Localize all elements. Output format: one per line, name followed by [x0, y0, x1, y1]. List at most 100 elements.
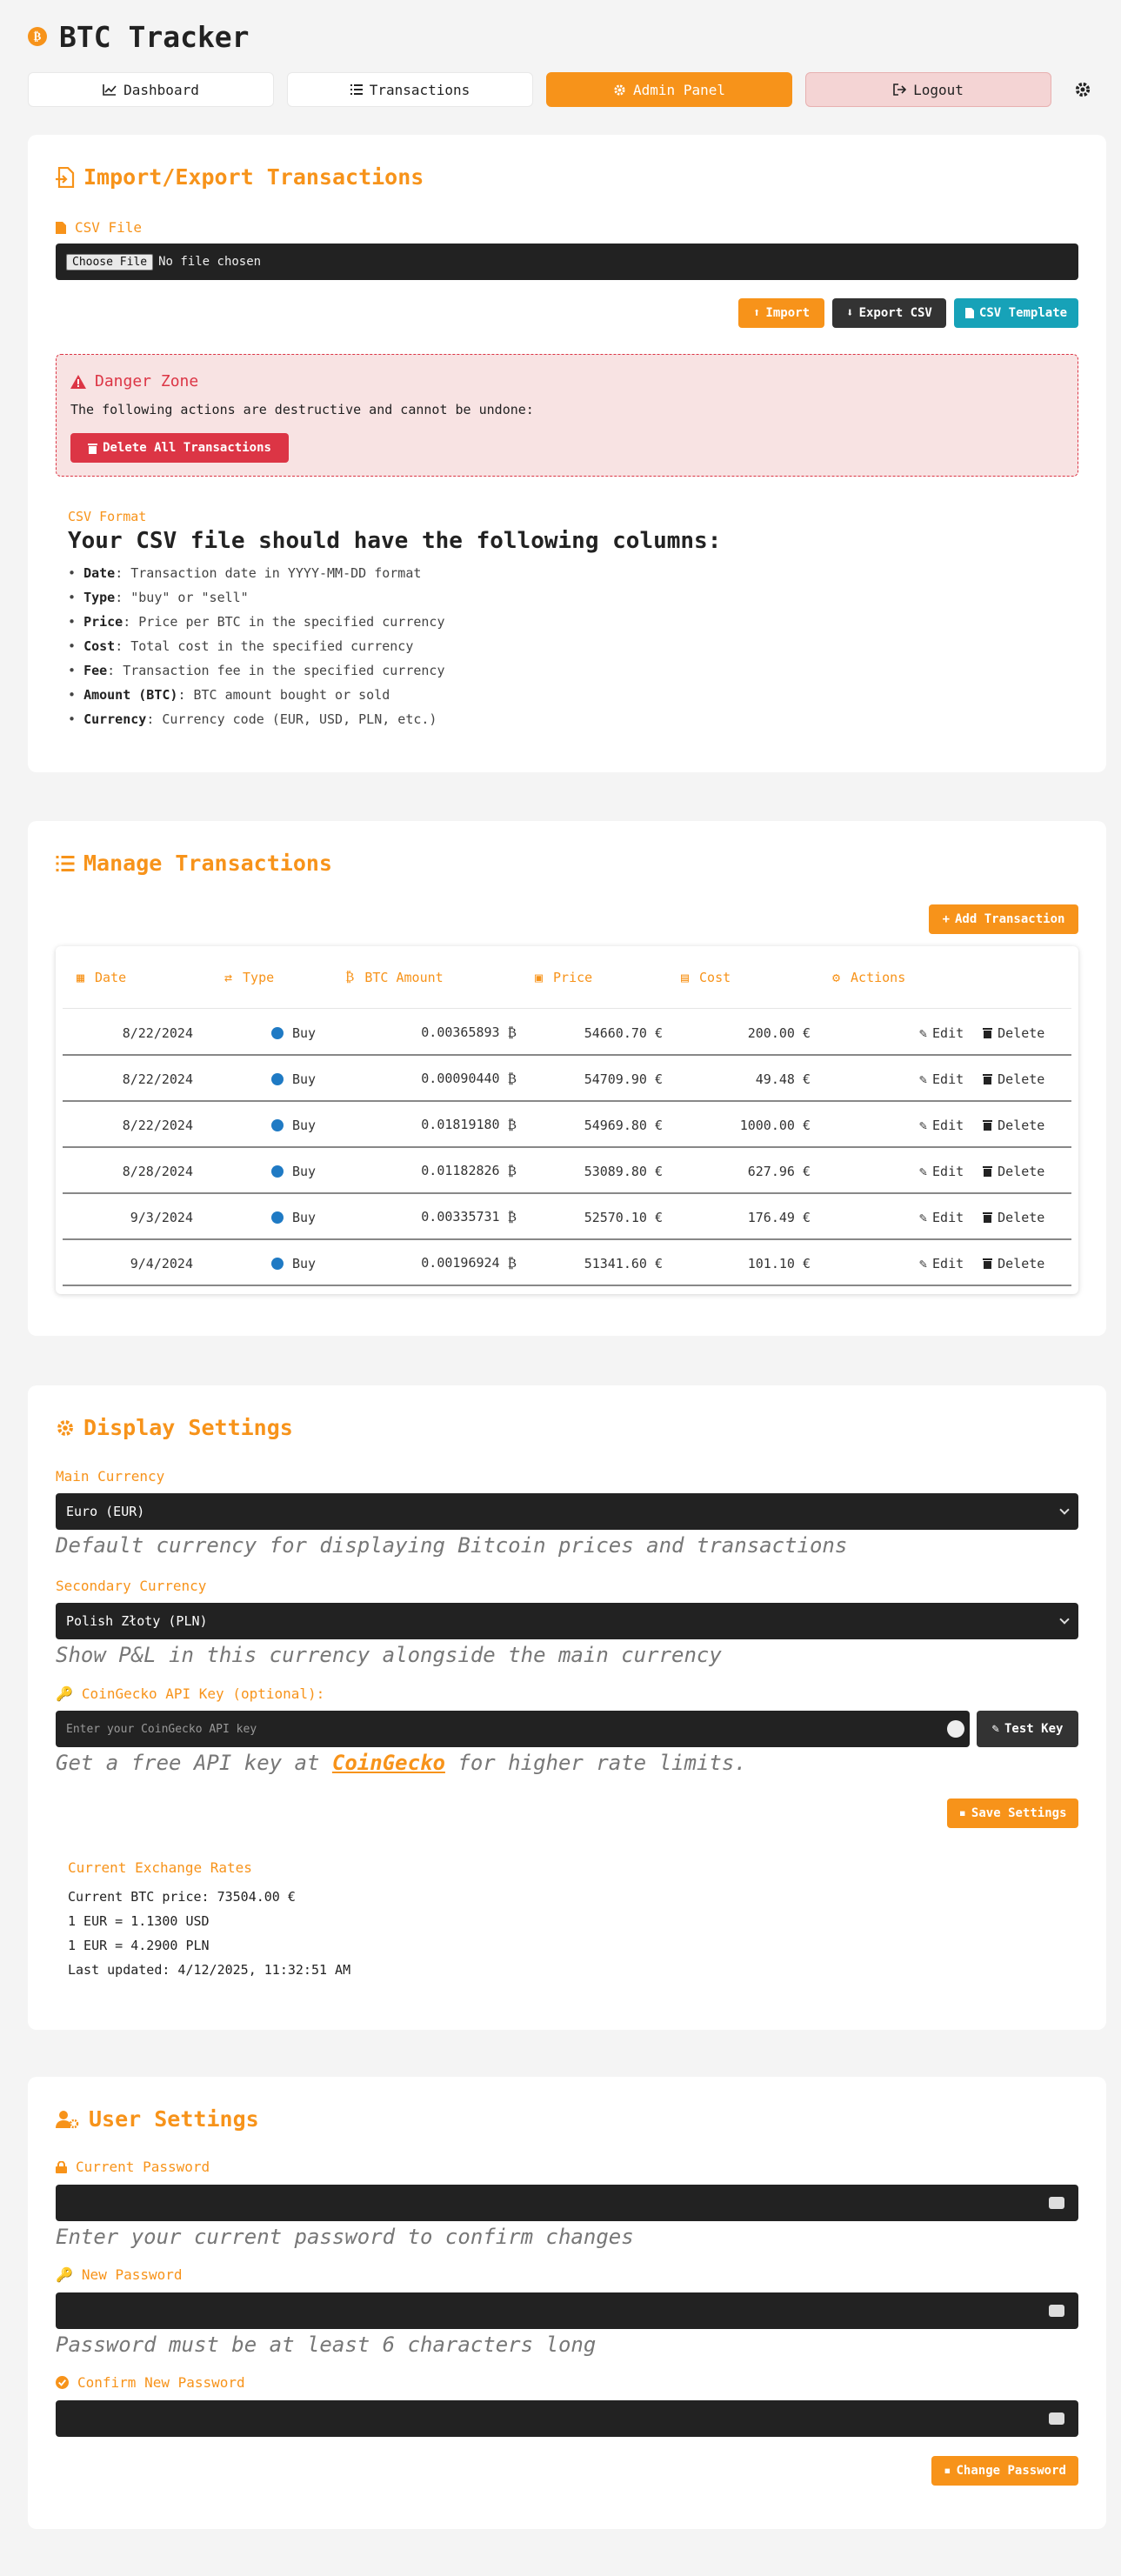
th-type[interactable]: ⇄ Type	[224, 970, 274, 985]
trash-icon	[983, 1212, 993, 1223]
danger-zone: Danger Zone The following actions are de…	[56, 354, 1078, 477]
cell-btc-amount-text: 0.01819180 ₿	[421, 1117, 517, 1132]
cell-price: 52570.10 €	[515, 1194, 663, 1240]
chevron-down-icon	[1059, 1614, 1070, 1625]
cell-price: 51341.60 €	[515, 1240, 663, 1286]
secondary-currency-select[interactable]: Polish Złoty (PLN)	[56, 1603, 1078, 1639]
coingecko-link[interactable]: CoinGecko	[332, 1751, 445, 1775]
current-password-label: Current Password	[56, 2159, 210, 2175]
nav-logout-button[interactable]: Logout	[805, 72, 1051, 107]
rate-pln-text: 1 EUR = 4.2900 PLN	[68, 1938, 210, 1953]
confirm-password-input[interactable]	[56, 2400, 1078, 2437]
export-csv-button[interactable]: ⬇ Export CSV	[832, 298, 946, 328]
table-row: 8/28/2024 Buy 0.01182826 ₿ 53089.80 € 627.96…	[63, 1148, 1071, 1194]
add-transaction-button[interactable]: + Add Transaction	[929, 904, 1078, 934]
buy-status-dot	[271, 1165, 284, 1178]
cell-btc-amount: 0.00196924 ₿	[341, 1240, 517, 1286]
password-manager-icon[interactable]	[947, 1720, 964, 1738]
delete-button[interactable]: Delete	[983, 1025, 1044, 1041]
th-cost[interactable]: ▤ Cost	[681, 970, 731, 985]
trash-icon	[88, 443, 98, 454]
danger-title-text: Danger Zone	[95, 372, 199, 390]
api-key-input[interactable]: Enter your CoinGecko API key	[56, 1711, 970, 1747]
save-settings-button[interactable]: ▪ Save Settings	[947, 1799, 1078, 1828]
th-date-label: Date	[95, 969, 127, 985]
trash-icon	[983, 1028, 993, 1038]
delete-all-transactions-button[interactable]: Delete All Transactions	[70, 433, 289, 463]
cell-date-text: 9/3/2024	[130, 1209, 193, 1225]
csv-file-label-text: CSV File	[75, 219, 143, 236]
cell-date: 9/3/2024	[63, 1194, 193, 1240]
trash-icon	[983, 1074, 993, 1084]
csv-file-input[interactable]: Choose File No file chosen	[56, 244, 1078, 280]
new-password-label-text: New Password	[81, 2266, 183, 2283]
delete-button[interactable]: Delete	[983, 1071, 1044, 1087]
plus-icon: +	[942, 912, 950, 926]
danger-zone-text: The following actions are destructive an…	[70, 402, 534, 417]
import-button[interactable]: ⬆ Import	[738, 298, 824, 328]
cog-icon	[614, 83, 625, 96]
delete-button[interactable]: Delete	[983, 1118, 1044, 1133]
password-manager-icon[interactable]	[1049, 2197, 1064, 2209]
edit-button[interactable]: ✎ Edit	[919, 1025, 964, 1041]
cell-cost-text: 176.49 €	[747, 1209, 811, 1225]
api-key-label: 🔑 CoinGecko API Key (optional):	[56, 1685, 324, 1702]
cell-actions: ✎ Edit Delete	[919, 1240, 1071, 1286]
th-price[interactable]: ▣ Price	[535, 970, 592, 985]
delete-button[interactable]: Delete	[983, 1164, 1044, 1179]
change-password-button[interactable]: ▪ Change Password	[931, 2456, 1078, 2486]
nav-admin-button[interactable]: Admin Panel	[546, 72, 792, 107]
password-manager-icon[interactable]	[1049, 2305, 1064, 2317]
new-password-input[interactable]	[56, 2292, 1078, 2329]
cell-btc-amount-text: 0.00335731 ₿	[421, 1209, 517, 1225]
edit-button[interactable]: ✎ Edit	[919, 1118, 964, 1133]
cell-price-text: 54969.80 €	[584, 1117, 663, 1133]
main-currency-select[interactable]: Euro (EUR)	[56, 1493, 1078, 1530]
edit-icon: ✎	[919, 1209, 928, 1225]
warning-triangle-icon	[70, 374, 86, 389]
current-password-input[interactable]	[56, 2185, 1078, 2221]
test-key-button[interactable]: ✎ Test Key	[977, 1711, 1078, 1747]
change-password-label: Change Password	[956, 2464, 1066, 2478]
exchange-arrows-icon: ⇄	[224, 969, 233, 985]
cell-cost: 176.49 €	[663, 1194, 811, 1240]
csv-format-heading: Your CSV file should have the following …	[68, 528, 722, 554]
import-button-label: Import	[765, 306, 810, 320]
cell-date: 8/22/2024	[63, 1056, 193, 1102]
edit-label: Edit	[932, 1071, 964, 1087]
buy-status-dot	[271, 1026, 284, 1039]
import-export-title-text: Import/Export Transactions	[83, 164, 424, 190]
edit-button[interactable]: ✎ Edit	[919, 1164, 964, 1179]
cell-price-text: 51341.60 €	[584, 1255, 663, 1271]
edit-label: Edit	[932, 1163, 964, 1179]
delete-button[interactable]: Delete	[983, 1256, 1044, 1271]
csv-columns-list: • Date: Transaction date in YYYY-MM-DD f…	[68, 561, 444, 731]
csv-template-button[interactable]: CSV Template	[954, 298, 1078, 328]
cell-cost: 49.48 €	[663, 1056, 811, 1102]
cell-btc-amount-text: 0.00196924 ₿	[421, 1255, 517, 1271]
choose-file-button[interactable]: Choose File	[66, 253, 154, 270]
theme-settings-gear-icon[interactable]	[1072, 79, 1093, 100]
secondary-currency-label: Secondary Currency	[56, 1578, 207, 1594]
th-actions: ⚙ Actions	[832, 970, 905, 985]
delete-button[interactable]: Delete	[983, 1210, 1044, 1225]
csv-format-label: CSV Format	[68, 509, 147, 524]
th-date[interactable]: ▦ Date	[77, 970, 126, 985]
sign-out-icon	[893, 83, 907, 96]
edit-button[interactable]: ✎ Edit	[919, 1210, 964, 1225]
file-csv-icon	[56, 221, 66, 234]
edit-button[interactable]: ✎ Edit	[919, 1256, 964, 1271]
th-btc-amount[interactable]: ₿ BTC Amount	[345, 969, 444, 985]
cell-date: 8/22/2024	[63, 1102, 193, 1148]
edit-button[interactable]: ✎ Edit	[919, 1071, 964, 1087]
nav-transactions-button[interactable]: Transactions	[287, 72, 533, 107]
check-circle-icon	[56, 2376, 69, 2389]
cell-price-text: 54709.90 €	[584, 1071, 663, 1087]
nav-dashboard-button[interactable]: Dashboard	[28, 72, 274, 107]
cell-btc-amount: 0.00335731 ₿	[341, 1194, 517, 1240]
th-actions-label: Actions	[851, 969, 906, 985]
floppy-disk-icon: ▪	[944, 2464, 951, 2478]
list-item: • Currency: Currency code (EUR, USD, PLN…	[68, 711, 437, 727]
buy-status-dot	[271, 1072, 284, 1085]
password-manager-icon[interactable]	[1049, 2412, 1064, 2425]
